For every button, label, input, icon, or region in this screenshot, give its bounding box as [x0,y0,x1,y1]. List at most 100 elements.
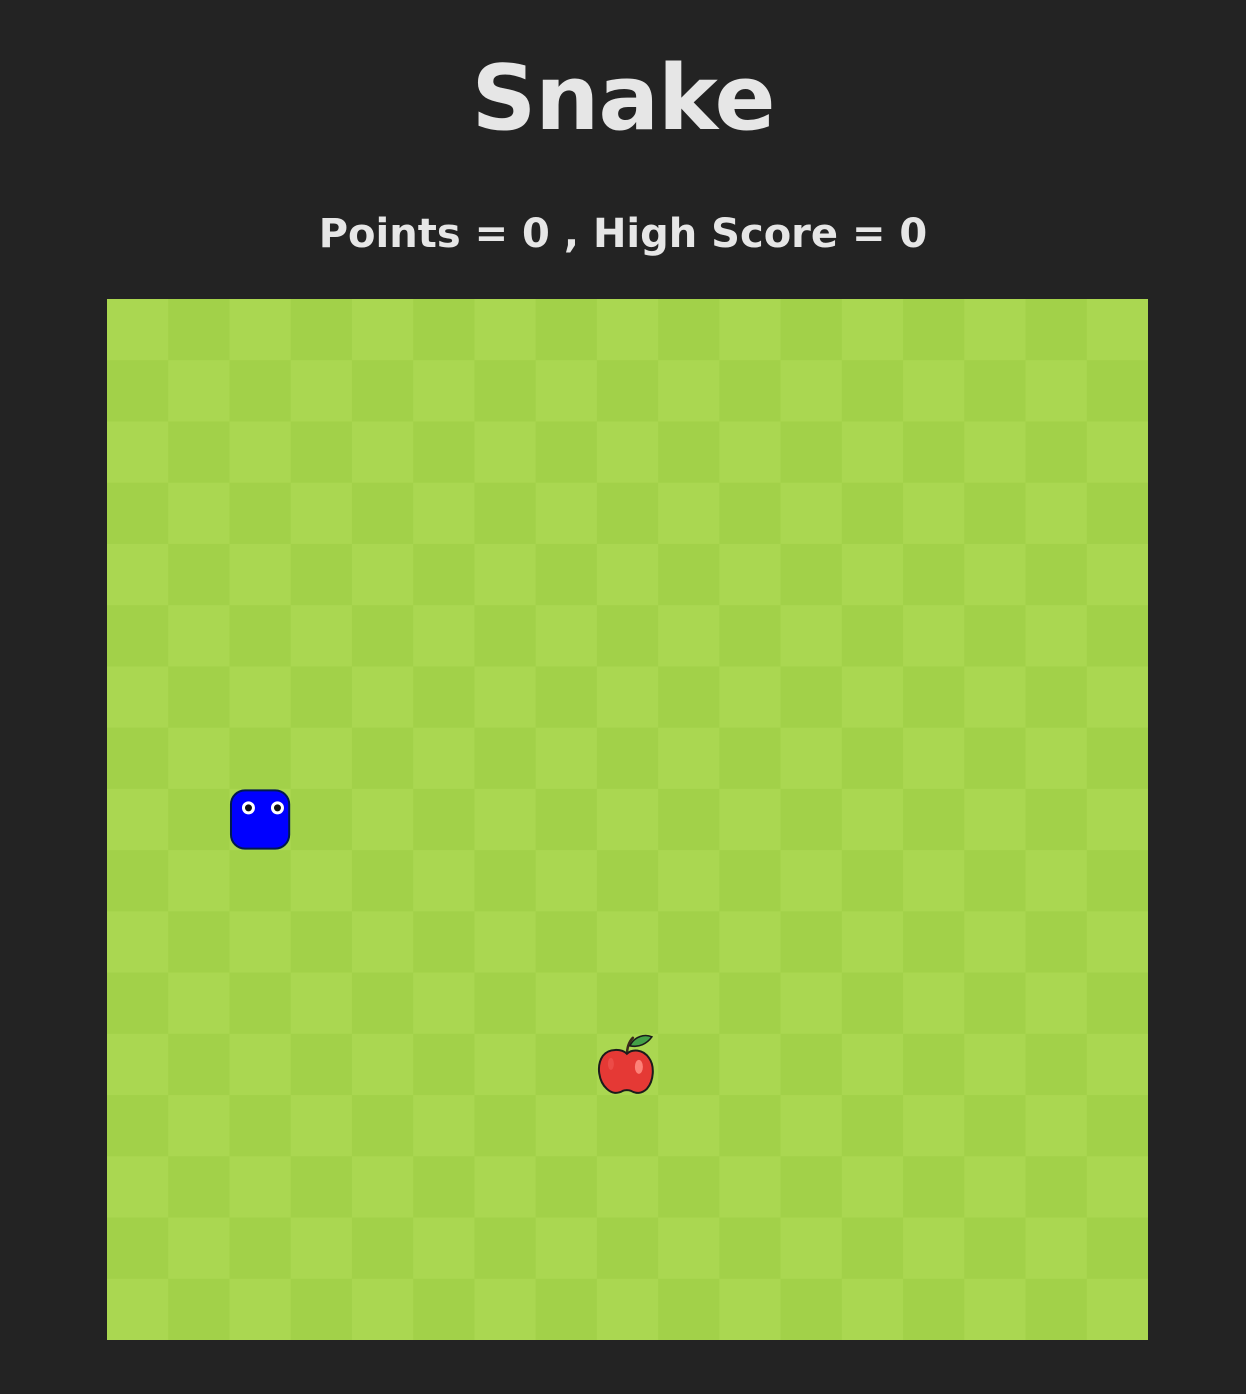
board-tile [841,421,904,484]
board-tile [290,421,353,484]
board-tile [474,360,537,423]
board-tile [535,727,598,790]
board-tile [841,543,904,606]
board-tile [351,1217,414,1280]
board-tile [535,1033,598,1096]
board-tile [351,1033,414,1096]
board-tile [964,360,1027,423]
board-tile [107,299,169,361]
board-tile [413,543,476,606]
board-tile [780,543,843,606]
board-tile [535,1095,598,1157]
board-tile [168,727,231,790]
board-tile [964,421,1027,484]
board-tile [903,1278,965,1340]
board-tile [1086,850,1148,912]
board-tile [229,543,292,606]
game-board[interactable] [107,299,1148,1340]
board-tile [413,1156,476,1219]
score-line: Points = 0 , High Score = 0 [318,211,928,257]
board-tile [964,850,1027,912]
board-tile [964,482,1027,545]
board-tile [474,666,537,729]
board-tile [596,911,659,974]
board-tile [351,1156,414,1219]
board-tile [413,1033,476,1096]
board-tile [168,543,231,606]
board-tile [780,421,843,484]
board-tile [903,1156,965,1219]
board-tile [290,605,353,668]
board-tile [841,1095,904,1157]
board-tile [168,972,231,1035]
board-tile [841,1156,904,1219]
board-tile [1086,1217,1148,1280]
board-tile [780,299,843,361]
board-tile [658,543,720,606]
game-board-canvas[interactable] [107,299,1148,1340]
board-tile [1025,727,1088,790]
board-tile [1025,482,1088,545]
board-tile [658,482,720,545]
board-tile [107,360,169,423]
board-tile [168,605,231,668]
board-tile [596,482,659,545]
board-tile [351,666,414,729]
board-tile [596,666,659,729]
board-tile [658,605,720,668]
board-tile [1025,421,1088,484]
board-tile [413,1278,476,1340]
board-tile [229,299,292,361]
board-tile [351,421,414,484]
board-tile [903,605,965,668]
board-tile [229,1095,292,1157]
board-tile [107,788,169,851]
board-tile [658,421,720,484]
board-tile [903,1095,965,1157]
board-tile [413,299,476,361]
board-tile [168,1278,231,1340]
board-tile [1086,1156,1148,1219]
board-tile [413,911,476,974]
board-tile [841,299,904,361]
board-tile [413,1095,476,1157]
board-tile [351,543,414,606]
board-tile [535,1156,598,1219]
board-tile [1025,1033,1088,1096]
board-tile [535,1217,598,1280]
board-tile [413,605,476,668]
board-tile [168,1156,231,1219]
board-tile [964,1095,1027,1157]
board-tile [596,1217,659,1280]
board-tile [903,482,965,545]
board-tile [290,666,353,729]
board-tile [474,605,537,668]
board-tile [903,543,965,606]
board-tile [658,727,720,790]
board-tile [535,788,598,851]
board-tile [658,666,720,729]
board-tile [964,543,1027,606]
board-tile [107,543,169,606]
board-tile [474,727,537,790]
board-tile [596,543,659,606]
board-tile [780,1156,843,1219]
board-tile [290,1156,353,1219]
board-tile [229,1156,292,1219]
board-tile [719,1095,782,1157]
board-tile [719,421,782,484]
board-tile [229,1033,292,1096]
board-tile [107,972,169,1035]
board-tile [596,850,659,912]
board-tile [351,788,414,851]
board-tile [290,482,353,545]
board-tile [107,421,169,484]
board-tile [474,1033,537,1096]
board-tile [290,299,353,361]
board-tile [107,1278,169,1340]
board-tile [1025,911,1088,974]
board-tile [1086,1278,1148,1340]
board-tile [658,1278,720,1340]
board-tile [229,1217,292,1280]
board-tile [168,788,231,851]
